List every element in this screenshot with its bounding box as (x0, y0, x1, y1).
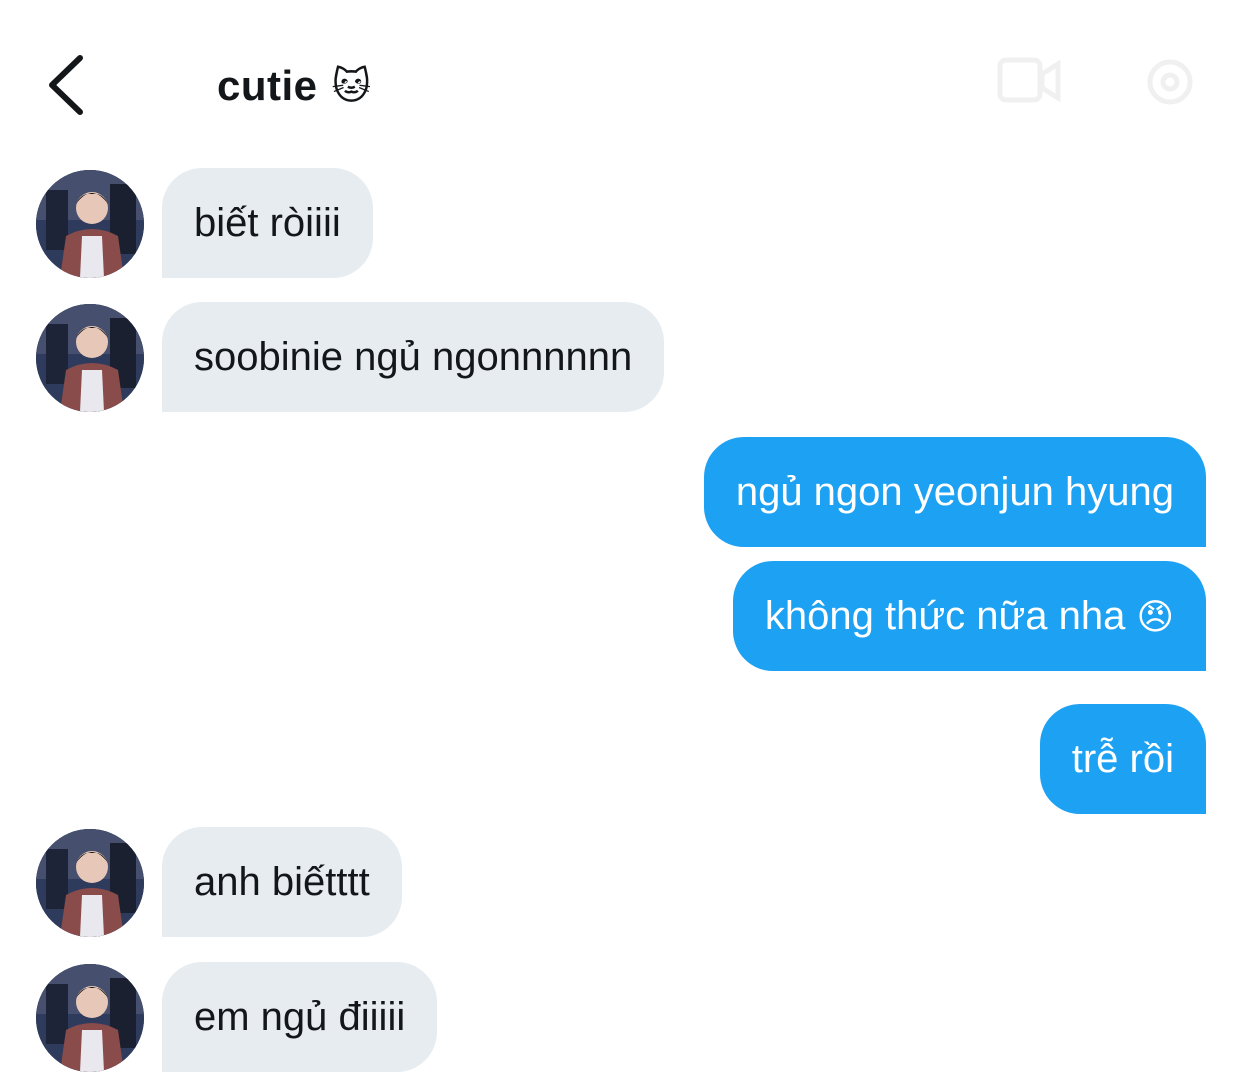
cat-face-icon: 🐱 (331, 65, 372, 108)
incoming-message-bubble[interactable]: anh biếtttt (162, 827, 402, 937)
video-call-icon[interactable] (996, 52, 1062, 112)
chat-header: cutie 🐱 (0, 0, 1242, 150)
title-text: cutie (217, 62, 318, 109)
back-button[interactable] (38, 50, 98, 120)
avatar[interactable] (36, 170, 144, 278)
settings-icon[interactable] (1140, 52, 1200, 112)
incoming-message-bubble[interactable]: biết ròiiii (162, 168, 373, 278)
outgoing-message-bubble[interactable]: trễ rồi (1039, 704, 1206, 814)
avatar[interactable] (36, 964, 144, 1072)
avatar[interactable] (36, 829, 144, 937)
outgoing-message-bubble[interactable]: không thức nữa nha 😠 (732, 561, 1206, 671)
angry-face-icon: 😠 (1136, 596, 1174, 637)
chevron-left-icon (49, 55, 83, 115)
outgoing-message-bubble[interactable]: ngủ ngon yeonjun hyung (703, 437, 1206, 547)
avatar[interactable] (36, 304, 144, 412)
message-text: không thức nữa nha (764, 594, 1126, 638)
incoming-message-bubble[interactable]: em ngủ điiiii (162, 962, 438, 1072)
conversation-title[interactable]: cutie 🐱 (217, 62, 372, 110)
incoming-message-bubble[interactable]: soobinie ngủ ngonnnnnn (162, 302, 665, 412)
